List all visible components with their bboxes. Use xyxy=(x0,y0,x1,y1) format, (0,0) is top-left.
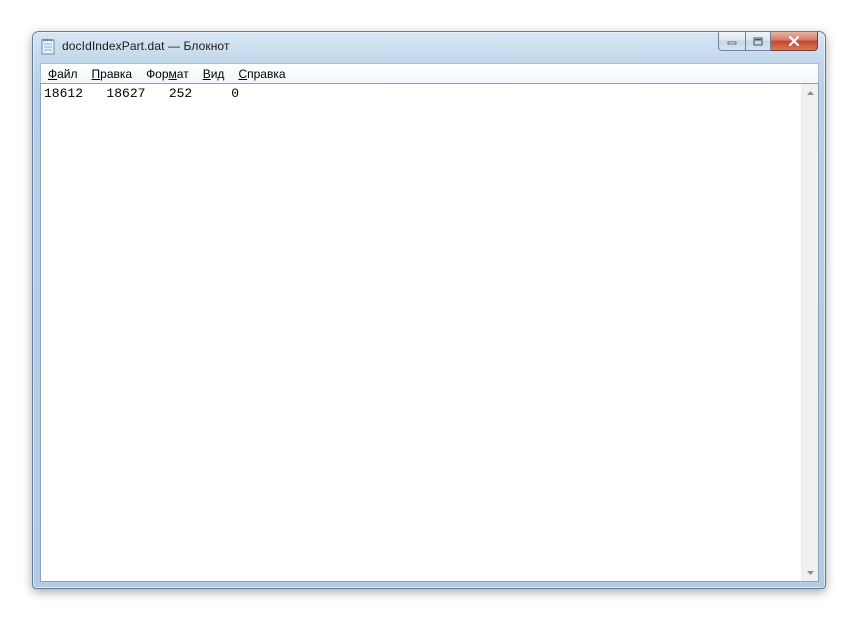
arrow-down-icon xyxy=(806,570,814,575)
minimize-icon xyxy=(727,41,737,45)
maximize-button[interactable] xyxy=(745,32,771,51)
vertical-scrollbar[interactable] xyxy=(801,84,818,581)
minimize-button[interactable] xyxy=(718,32,745,51)
menu-help[interactable]: Справка xyxy=(238,67,292,81)
menu-view[interactable]: Вид xyxy=(203,67,232,81)
arrow-up-icon xyxy=(806,90,814,95)
scroll-down-button[interactable] xyxy=(802,564,818,581)
editor-frame: 18612 18627 252 0 xyxy=(40,83,819,582)
menu-format[interactable]: Формат xyxy=(146,67,196,81)
menu-edit[interactable]: Правка xyxy=(92,67,140,81)
title-bar[interactable]: docIdIndexPart.dat — Блокнот xyxy=(33,32,825,62)
window-title: docIdIndexPart.dat — Блокнот xyxy=(62,39,230,53)
close-icon xyxy=(788,36,800,46)
menu-bar: Файл Правка Формат Вид Справка xyxy=(40,63,819,83)
notepad-window: docIdIndexPart.dat — Блокнот Файл Правка… xyxy=(32,31,826,589)
caption-buttons xyxy=(718,32,818,52)
text-editor[interactable]: 18612 18627 252 0 xyxy=(41,84,801,581)
close-button[interactable] xyxy=(771,32,818,51)
notepad-app-icon[interactable] xyxy=(41,38,55,55)
menu-file[interactable]: Файл xyxy=(48,67,85,81)
maximize-icon xyxy=(753,37,763,45)
scroll-up-button[interactable] xyxy=(802,84,818,101)
